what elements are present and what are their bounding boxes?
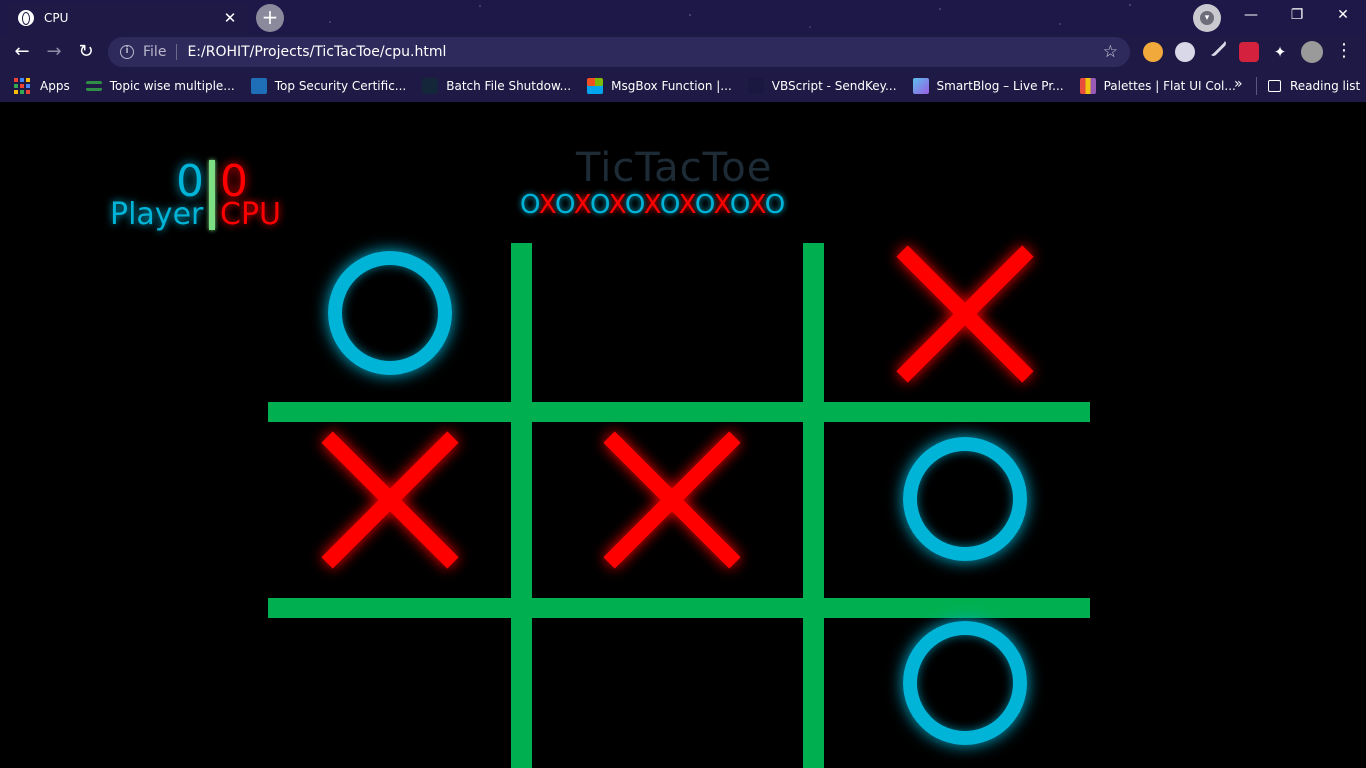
chevron-down-icon: ▾ — [1200, 11, 1214, 25]
marquee-char: O — [694, 190, 714, 220]
board-cell-5[interactable] — [525, 406, 819, 592]
bookmark-label: Apps — [40, 79, 70, 93]
bookmark-topic-wise[interactable]: Topic wise multiple... — [85, 79, 235, 93]
bookmark-security-cert[interactable]: Top Security Certific... — [250, 78, 407, 94]
back-button[interactable]: ← — [8, 38, 36, 66]
game-board — [268, 243, 1090, 768]
marquee-char: X — [748, 190, 765, 220]
bookmark-label: VBScript - SendKey... — [771, 79, 897, 93]
marquee-char: O — [624, 190, 644, 220]
globe-icon — [18, 10, 34, 26]
new-tab-button[interactable]: + — [256, 4, 284, 32]
marquee-char: O — [554, 190, 574, 220]
address-bar[interactable]: i File E:/ROHIT/Projects/TicTacToe/cpu.h… — [108, 37, 1130, 67]
bookmarks-divider — [1256, 77, 1257, 95]
browser-menu-icon[interactable]: ⋮ — [1334, 40, 1354, 61]
extension-block-icon[interactable] — [1175, 42, 1195, 62]
batch-site-icon — [422, 78, 439, 94]
reading-list-button[interactable]: Reading list — [1268, 70, 1360, 102]
reading-list-label: Reading list — [1290, 79, 1361, 93]
x-mark-icon — [315, 424, 465, 574]
reload-button[interactable]: ↻ — [72, 38, 100, 66]
bookmark-label: Top Security Certific... — [274, 79, 407, 93]
address-separator — [176, 44, 178, 60]
bookmark-label: Topic wise multiple... — [109, 79, 235, 93]
marquee-char: O — [659, 190, 679, 220]
avatar[interactable] — [1301, 41, 1323, 63]
x-mark-icon — [890, 238, 1040, 388]
tab-title: CPU — [44, 11, 69, 25]
cert-site-icon — [250, 78, 267, 94]
bookmark-label: SmartBlog – Live Pr... — [936, 79, 1064, 93]
marquee-char: X — [643, 190, 660, 220]
marquee-char: O — [764, 190, 786, 220]
bookmark-label: MsgBox Function |... — [611, 79, 732, 93]
marquee-char: X — [608, 190, 625, 220]
bookmark-smartblog[interactable]: SmartBlog – Live Pr... — [912, 78, 1064, 94]
board-cell-6[interactable] — [818, 406, 1112, 592]
window-minimize-button[interactable]: — — [1228, 0, 1274, 32]
tab-search-button[interactable]: ▾ — [1193, 4, 1221, 32]
url-text[interactable]: E:/ROHIT/Projects/TicTacToe/cpu.html — [187, 44, 1102, 60]
marquee-char: O — [589, 190, 609, 220]
forward-button[interactable]: → — [40, 38, 68, 66]
board-cell-9[interactable] — [818, 590, 1112, 768]
board-cell-1[interactable] — [243, 220, 537, 406]
marquee-char: O — [520, 190, 539, 220]
browser-toolbar: ← → ↻ i File E:/ROHIT/Projects/TicTacToe… — [0, 34, 1366, 70]
tab-close-icon[interactable]: ✕ — [222, 9, 238, 27]
smartblog-icon — [912, 78, 929, 94]
bookmark-label: Batch File Shutdow... — [446, 79, 572, 93]
bookmark-apps[interactable]: Apps — [14, 78, 70, 94]
bookmark-msgbox[interactable]: MsgBox Function |... — [587, 78, 732, 94]
player-label: Player — [110, 197, 204, 232]
extension-red-icon[interactable] — [1239, 42, 1259, 62]
o-mark-icon — [328, 251, 452, 375]
bookmark-star-icon[interactable]: ☆ — [1103, 42, 1118, 62]
board-cell-2[interactable] — [525, 220, 819, 406]
o-mark-icon — [903, 437, 1027, 561]
window-close-button[interactable]: ✕ — [1320, 0, 1366, 32]
score-divider — [209, 160, 215, 230]
board-cell-3[interactable] — [818, 220, 1112, 406]
board-cell-4[interactable] — [243, 406, 537, 592]
browser-tab-active[interactable]: CPU ✕ — [8, 2, 248, 34]
geeksforgeeks-icon — [85, 81, 102, 91]
bookmarks-overflow-icon[interactable]: » — [1234, 76, 1243, 92]
marquee-char: X — [678, 190, 695, 220]
marquee-char: O — [729, 190, 749, 220]
bookmarks-bar: Apps Topic wise multiple... Top Security… — [0, 70, 1366, 102]
eyedropper-icon[interactable] — [1206, 36, 1228, 58]
bookmark-vbscript[interactable]: VBScript - SendKey... — [747, 78, 897, 94]
apps-grid-icon — [14, 78, 30, 94]
game-page: 0 0 Player CPU TicTacToe OXOXOXOXOXOXOXO — [0, 102, 1366, 768]
o-mark-icon — [903, 621, 1027, 745]
puzzle-icon[interactable]: ✦ — [1270, 42, 1290, 62]
marquee-char: X — [538, 190, 555, 220]
x-mark-icon — [597, 424, 747, 574]
info-icon[interactable]: i — [120, 45, 134, 59]
browser-tabstrip: CPU ✕ + ▾ — ❐ ✕ — [0, 0, 1366, 34]
palette-icon — [1079, 78, 1096, 94]
file-scheme-label: File — [143, 44, 167, 60]
game-title: TicTacToe — [576, 145, 773, 191]
window-restore-button[interactable]: ❐ — [1274, 0, 1320, 32]
marquee-char: X — [713, 190, 730, 220]
marquee-char: X — [573, 190, 590, 220]
extension-owl-icon[interactable] — [1143, 42, 1163, 62]
reading-list-icon — [1268, 80, 1281, 92]
board-cell-7[interactable] — [243, 590, 537, 768]
bookmark-label: Palettes | Flat UI Col... — [1103, 79, 1236, 93]
xo-marquee: OXOXOXOXOXOXOXO — [520, 190, 785, 220]
vbscript-site-icon — [747, 78, 764, 94]
board-cell-8[interactable] — [525, 590, 819, 768]
bookmark-batch-file[interactable]: Batch File Shutdow... — [422, 78, 571, 94]
microsoft-icon — [587, 78, 604, 94]
bookmark-palettes[interactable]: Palettes | Flat UI Col... — [1079, 78, 1236, 94]
